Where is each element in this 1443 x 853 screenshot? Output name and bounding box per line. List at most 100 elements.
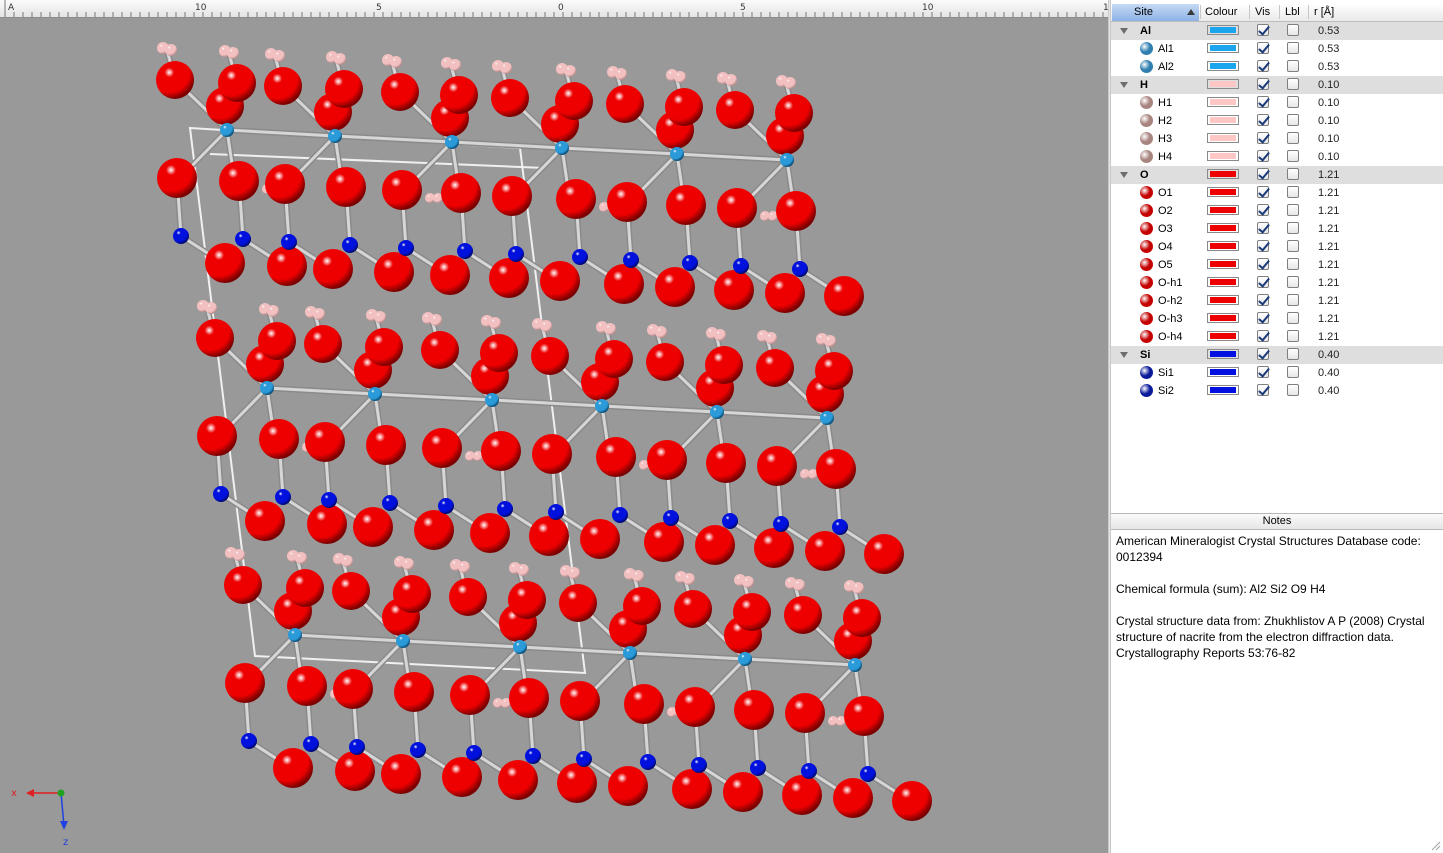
site-row[interactable]: H4 0.10	[1111, 148, 1443, 166]
visible-checkbox[interactable]	[1257, 258, 1269, 270]
visible-checkbox[interactable]	[1257, 42, 1269, 54]
label-checkbox[interactable]	[1287, 204, 1299, 216]
colour-swatch[interactable]	[1207, 367, 1239, 377]
crystal-structure-render[interactable]: xz	[0, 18, 1108, 853]
site-row[interactable]: O-h2 1.21	[1111, 292, 1443, 310]
colour-swatch[interactable]	[1207, 169, 1239, 179]
element-group-row[interactable]: Si 0.40	[1111, 346, 1443, 364]
colour-swatch[interactable]	[1207, 259, 1239, 269]
label-checkbox[interactable]	[1287, 78, 1299, 90]
radius-value[interactable]: 0.10	[1318, 150, 1339, 164]
label-checkbox[interactable]	[1287, 168, 1299, 180]
label-checkbox[interactable]	[1287, 312, 1299, 324]
visible-checkbox[interactable]	[1257, 222, 1269, 234]
site-row[interactable]: O1 1.21	[1111, 184, 1443, 202]
site-row[interactable]: H2 0.10	[1111, 112, 1443, 130]
disclosure-triangle-icon[interactable]	[1120, 82, 1128, 88]
visible-checkbox[interactable]	[1257, 348, 1269, 360]
radius-value[interactable]: 1.21	[1318, 240, 1339, 254]
label-checkbox[interactable]	[1287, 348, 1299, 360]
visible-checkbox[interactable]	[1257, 312, 1269, 324]
colour-swatch[interactable]	[1207, 331, 1239, 341]
notes-text[interactable]: American Mineralogist Crystal Structures…	[1116, 533, 1434, 677]
colour-swatch[interactable]	[1207, 295, 1239, 305]
site-row[interactable]: O-h1 1.21	[1111, 274, 1443, 292]
colour-swatch[interactable]	[1207, 79, 1239, 89]
disclosure-triangle-icon[interactable]	[1120, 172, 1128, 178]
radius-value[interactable]: 0.53	[1318, 24, 1339, 38]
radius-value[interactable]: 0.40	[1318, 366, 1339, 380]
label-checkbox[interactable]	[1287, 240, 1299, 252]
visible-checkbox[interactable]	[1257, 78, 1269, 90]
resize-grip-icon[interactable]	[1429, 839, 1441, 851]
colour-swatch[interactable]	[1207, 25, 1239, 35]
radius-value[interactable]: 0.10	[1318, 114, 1339, 128]
radius-value[interactable]: 0.10	[1318, 96, 1339, 110]
label-checkbox[interactable]	[1287, 96, 1299, 108]
radius-value[interactable]: 1.21	[1318, 330, 1339, 344]
radius-value[interactable]: 0.40	[1318, 348, 1339, 362]
radius-value[interactable]: 1.21	[1318, 222, 1339, 236]
structure-viewer[interactable]: A 10 5 0 5 10 1 xz	[0, 0, 1109, 853]
visible-checkbox[interactable]	[1257, 240, 1269, 252]
colour-swatch[interactable]	[1207, 97, 1239, 107]
colour-swatch[interactable]	[1207, 277, 1239, 287]
radius-value[interactable]: 1.21	[1318, 294, 1339, 308]
column-header-radius[interactable]: r [Å]	[1314, 6, 1334, 21]
label-checkbox[interactable]	[1287, 384, 1299, 396]
site-row[interactable]: O3 1.21	[1111, 220, 1443, 238]
colour-swatch[interactable]	[1207, 151, 1239, 161]
colour-swatch[interactable]	[1207, 313, 1239, 323]
column-header-site[interactable]: Site	[1112, 4, 1199, 21]
visible-checkbox[interactable]	[1257, 24, 1269, 36]
radius-value[interactable]: 0.10	[1318, 78, 1339, 92]
colour-swatch[interactable]	[1207, 223, 1239, 233]
colour-swatch[interactable]	[1207, 133, 1239, 143]
column-header-lbl[interactable]: Lbl	[1285, 6, 1300, 21]
visible-checkbox[interactable]	[1257, 276, 1269, 288]
disclosure-triangle-icon[interactable]	[1120, 352, 1128, 358]
radius-value[interactable]: 0.53	[1318, 60, 1339, 74]
visible-checkbox[interactable]	[1257, 204, 1269, 216]
radius-value[interactable]: 0.10	[1318, 132, 1339, 146]
site-row[interactable]: Al2 0.53	[1111, 58, 1443, 76]
radius-value[interactable]: 0.53	[1318, 42, 1339, 56]
element-group-row[interactable]: O 1.21	[1111, 166, 1443, 184]
label-checkbox[interactable]	[1287, 60, 1299, 72]
label-checkbox[interactable]	[1287, 24, 1299, 36]
site-row[interactable]: O2 1.21	[1111, 202, 1443, 220]
colour-swatch[interactable]	[1207, 385, 1239, 395]
site-row[interactable]: Al1 0.53	[1111, 40, 1443, 58]
site-row[interactable]: O5 1.21	[1111, 256, 1443, 274]
label-checkbox[interactable]	[1287, 114, 1299, 126]
disclosure-triangle-icon[interactable]	[1120, 28, 1128, 34]
radius-value[interactable]: 1.21	[1318, 168, 1339, 182]
label-checkbox[interactable]	[1287, 186, 1299, 198]
visible-checkbox[interactable]	[1257, 60, 1269, 72]
visible-checkbox[interactable]	[1257, 96, 1269, 108]
label-checkbox[interactable]	[1287, 132, 1299, 144]
site-row[interactable]: Si2 0.40	[1111, 382, 1443, 400]
radius-value[interactable]: 1.21	[1318, 276, 1339, 290]
element-group-row[interactable]: Al 0.53	[1111, 22, 1443, 40]
radius-value[interactable]: 1.21	[1318, 258, 1339, 272]
visible-checkbox[interactable]	[1257, 366, 1269, 378]
colour-swatch[interactable]	[1207, 349, 1239, 359]
visible-checkbox[interactable]	[1257, 150, 1269, 162]
site-row[interactable]: H3 0.10	[1111, 130, 1443, 148]
colour-swatch[interactable]	[1207, 115, 1239, 125]
column-header-vis[interactable]: Vis	[1255, 6, 1270, 21]
radius-value[interactable]: 0.40	[1318, 384, 1339, 398]
element-group-row[interactable]: H 0.10	[1111, 76, 1443, 94]
site-row[interactable]: Si1 0.40	[1111, 364, 1443, 382]
visible-checkbox[interactable]	[1257, 132, 1269, 144]
radius-value[interactable]: 1.21	[1318, 204, 1339, 218]
visible-checkbox[interactable]	[1257, 384, 1269, 396]
label-checkbox[interactable]	[1287, 258, 1299, 270]
radius-value[interactable]: 1.21	[1318, 312, 1339, 326]
label-checkbox[interactable]	[1287, 366, 1299, 378]
colour-swatch[interactable]	[1207, 61, 1239, 71]
label-checkbox[interactable]	[1287, 150, 1299, 162]
visible-checkbox[interactable]	[1257, 294, 1269, 306]
column-header-colour[interactable]: Colour	[1205, 6, 1237, 21]
